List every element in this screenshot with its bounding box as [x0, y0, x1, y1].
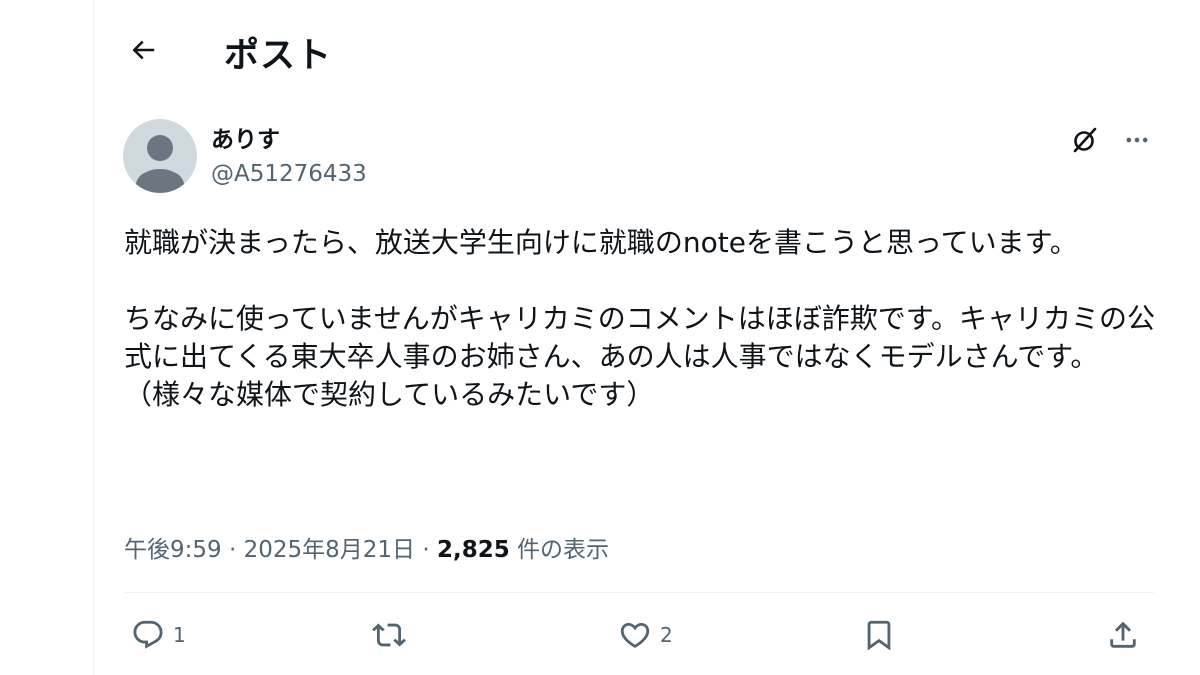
post-text: 就職が決まったら、放送大学生向けに就職のnoteを書こうと思っています。 ちなみ…	[124, 224, 1164, 414]
author-name[interactable]: ありす	[211, 120, 280, 154]
like-count: 2	[660, 623, 673, 647]
views-label: 件の表示	[517, 537, 610, 563]
repost-icon	[372, 618, 406, 652]
post-paragraph-1: 就職が決まったら、放送大学生向けに就職のnoteを書こうと思っています。	[124, 226, 1078, 259]
meta-separator: ·	[228, 537, 237, 563]
post-detail-column: ポスト ありす @A51276433 就職が決まったら、放送大学生向けに就職のn…	[93, 0, 1199, 675]
reply-icon	[131, 618, 165, 652]
reply-count: 1	[173, 623, 186, 647]
page-header: ポスト	[94, 0, 1199, 100]
share-button[interactable]	[1106, 612, 1140, 658]
default-avatar-icon	[136, 135, 184, 193]
post-paragraph-2: ちなみに使っていませんがキャリカミのコメントはほぼ詐欺です。キャリカミの公式に出…	[124, 302, 1155, 411]
avatar[interactable]	[123, 119, 197, 193]
grok-button[interactable]	[1067, 122, 1103, 158]
back-button[interactable]	[121, 28, 165, 72]
more-horizontal-icon	[1123, 126, 1151, 154]
meta-separator: ·	[422, 537, 430, 563]
like-button[interactable]: 2	[618, 612, 673, 658]
post-time[interactable]: 午後9:59	[124, 537, 222, 563]
divider	[124, 592, 1154, 593]
post-date[interactable]: 2025年8月21日	[244, 537, 415, 563]
heart-icon	[618, 618, 652, 652]
author-handle[interactable]: @A51276433	[211, 161, 367, 187]
post-meta: 午後9:59 · 2025年8月21日 · 2,825 件の表示	[124, 530, 609, 564]
views-count: 2,825	[436, 537, 510, 563]
more-options-button[interactable]	[1119, 122, 1155, 158]
repost-button[interactable]	[372, 612, 414, 658]
bookmark-icon	[862, 618, 896, 652]
bookmark-button[interactable]	[862, 612, 896, 658]
grok-icon	[1070, 125, 1100, 155]
share-icon	[1106, 618, 1140, 652]
page-title: ポスト	[224, 36, 333, 76]
reply-button[interactable]: 1	[131, 612, 186, 658]
arrow-left-icon	[128, 35, 158, 65]
